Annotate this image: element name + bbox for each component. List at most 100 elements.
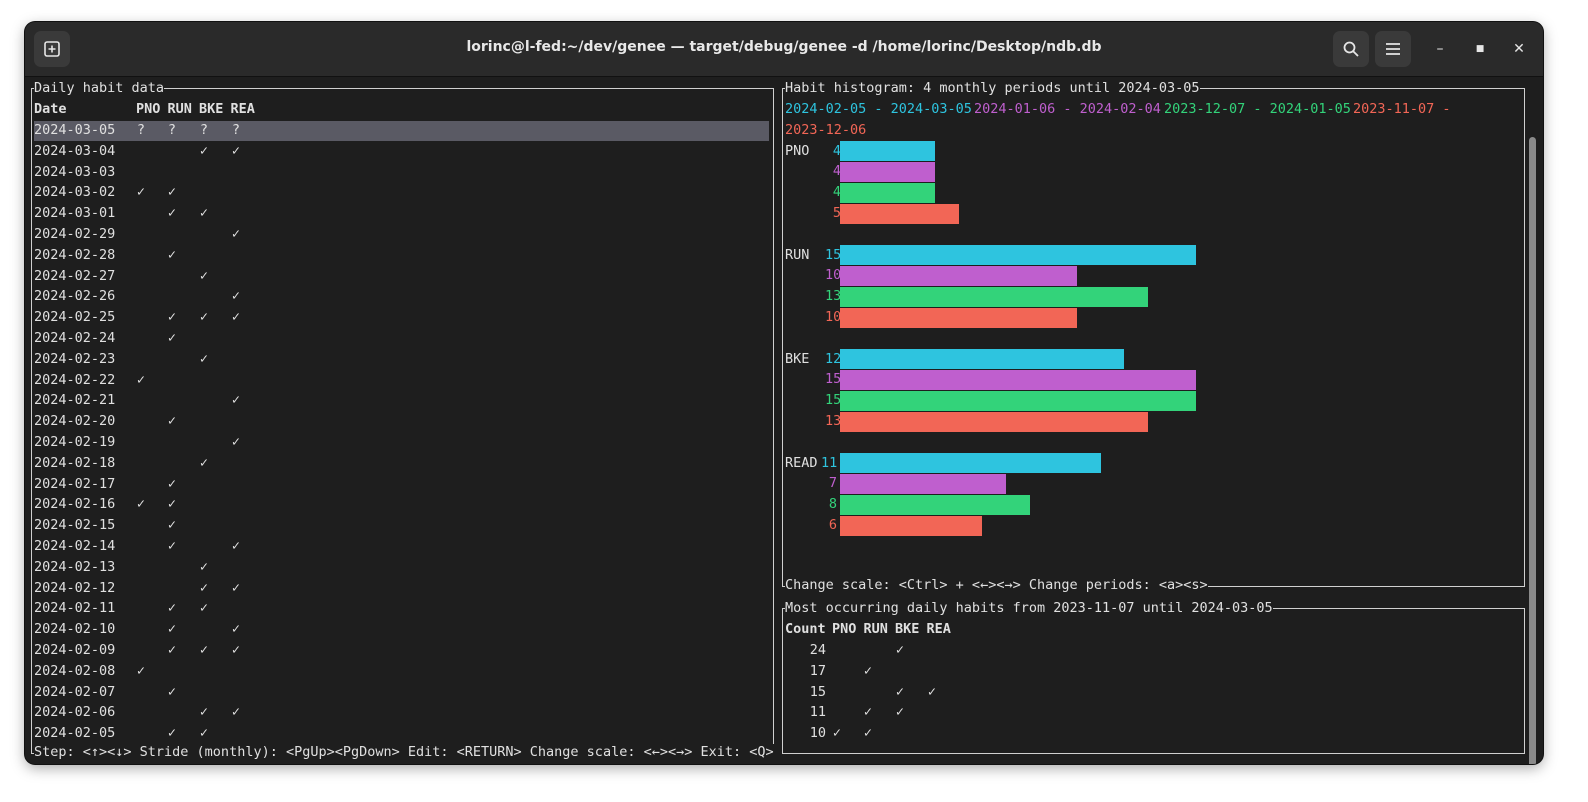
- row-date[interactable]: 2024-02-22: [34, 370, 115, 391]
- row-date[interactable]: 2024-02-17: [34, 474, 115, 495]
- habit-mark[interactable]: ✓: [184, 203, 224, 224]
- habit-mark[interactable]: ✓: [216, 307, 256, 328]
- habit-mark[interactable]: ✓: [152, 682, 192, 703]
- row-date[interactable]: 2024-02-25: [34, 307, 115, 328]
- category-label: READ: [785, 454, 818, 471]
- bar-value-label: 13: [825, 413, 842, 429]
- habit-mark[interactable]: ✓: [216, 640, 256, 661]
- habit-mark[interactable]: ✓: [216, 619, 256, 640]
- most-col-header-run: RUN: [863, 621, 888, 637]
- row-date[interactable]: 2024-02-19: [34, 432, 115, 453]
- row-date[interactable]: 2024-02-15: [34, 515, 115, 536]
- habit-mark[interactable]: ✓: [216, 702, 256, 723]
- habit-mark[interactable]: ✓: [184, 598, 224, 619]
- habit-mark[interactable]: ✓: [184, 723, 224, 744]
- most-row-count: 15: [809, 683, 826, 700]
- row-date[interactable]: 2024-03-03: [34, 162, 115, 183]
- habit-mark[interactable]: ✓: [184, 349, 224, 370]
- row-date[interactable]: 2024-02-05: [34, 723, 115, 744]
- row-date[interactable]: 2024-02-24: [34, 328, 115, 349]
- scrollbar[interactable]: [1529, 137, 1536, 764]
- habit-mark[interactable]: ✓: [152, 245, 192, 266]
- most-col-header-count: Count: [785, 621, 826, 637]
- row-date[interactable]: 2024-02-18: [34, 453, 115, 474]
- habit-mark[interactable]: ✓: [184, 453, 224, 474]
- most-col-header-pno: PNO: [832, 621, 857, 637]
- bar-value-label: 7: [828, 475, 837, 492]
- bar-value-label: 4: [832, 163, 841, 180]
- menu-button[interactable]: [1375, 31, 1411, 67]
- row-date[interactable]: 2024-02-12: [34, 578, 115, 599]
- bar-value-label: 8: [828, 496, 837, 513]
- maximize-icon: ■: [1475, 44, 1485, 54]
- row-date[interactable]: 2024-02-27: [34, 266, 115, 287]
- habit-mark[interactable]: ✓: [121, 661, 161, 682]
- habit-mark[interactable]: ✓: [216, 224, 256, 245]
- legend-entry: 2024-01-06 - 2024-02-04: [974, 101, 1161, 117]
- row-date[interactable]: 2024-02-26: [34, 286, 115, 307]
- habit-mark[interactable]: ✓: [184, 557, 224, 578]
- row-date[interactable]: 2024-03-02: [34, 182, 115, 203]
- histogram-panel-title: Habit histogram: 4 monthly periods until…: [785, 80, 1200, 96]
- minimize-icon: –: [1436, 41, 1444, 57]
- row-date[interactable]: 2024-02-09: [34, 640, 115, 661]
- row-date[interactable]: 2024-02-11: [34, 598, 115, 619]
- row-date[interactable]: 2024-02-29: [34, 224, 115, 245]
- histogram-bar: [840, 182, 935, 203]
- histogram-bar: [840, 494, 1030, 515]
- histogram-bar: [840, 286, 1149, 307]
- close-icon: ✕: [1513, 41, 1525, 57]
- maximize-button[interactable]: ■: [1465, 31, 1495, 67]
- most-habit-mark: ✓: [895, 704, 905, 721]
- habit-mark[interactable]: ✓: [152, 619, 192, 640]
- row-date[interactable]: 2024-03-04: [34, 141, 115, 162]
- bar-value-label: 12: [825, 350, 842, 367]
- category-label: BKE: [785, 350, 810, 367]
- row-date[interactable]: 2024-02-06: [34, 702, 115, 723]
- habit-mark[interactable]: ✓: [216, 390, 256, 411]
- habit-mark[interactable]: ✓: [216, 432, 256, 453]
- histogram-bar: [840, 515, 983, 536]
- row-date[interactable]: 2024-02-21: [34, 390, 115, 411]
- habit-mark[interactable]: ✓: [216, 141, 256, 162]
- row-date[interactable]: 2024-02-10: [34, 619, 115, 640]
- terminal-window: lorinc@l-fed:~/dev/genee — target/debug/…: [25, 22, 1543, 764]
- histogram-bar: [840, 453, 1101, 474]
- row-date[interactable]: 2024-02-20: [34, 411, 115, 432]
- habit-mark[interactable]: ✓: [121, 370, 161, 391]
- bar-value-label: 15: [825, 246, 842, 263]
- row-date[interactable]: 2024-02-28: [34, 245, 115, 266]
- row-date[interactable]: 2024-02-08: [34, 661, 115, 682]
- col-header-bke: BKE: [199, 101, 224, 117]
- row-date[interactable]: 2024-02-14: [34, 536, 115, 557]
- close-button[interactable]: ✕: [1504, 31, 1534, 67]
- minimize-button[interactable]: –: [1425, 31, 1455, 67]
- habit-mark[interactable]: ✓: [152, 328, 192, 349]
- habit-mark[interactable]: ✓: [152, 411, 192, 432]
- habit-mark[interactable]: ✓: [216, 578, 256, 599]
- habit-mark[interactable]: ✓: [184, 266, 224, 287]
- habit-mark[interactable]: ?: [216, 120, 256, 141]
- habit-mark[interactable]: ✓: [152, 515, 192, 536]
- habit-mark[interactable]: ✓: [152, 474, 192, 495]
- habit-mark[interactable]: ✓: [152, 182, 192, 203]
- window-title: lorinc@l-fed:~/dev/genee — target/debug/…: [466, 39, 1102, 55]
- histogram-bar: [840, 307, 1077, 328]
- search-button[interactable]: [1333, 31, 1369, 67]
- col-header-rea: REA: [230, 101, 255, 117]
- row-date[interactable]: 2024-03-05: [34, 120, 115, 141]
- terminal-content[interactable]: Daily habit data Date PNO RUN BKE REA 2024-0…: [25, 77, 1543, 764]
- habit-mark[interactable]: ✓: [152, 536, 192, 557]
- row-date[interactable]: 2024-02-07: [34, 682, 115, 703]
- daily-panel-footer: Step: <↑><↓> Stride (monthly): <PgUp><Pg…: [34, 744, 774, 760]
- bar-value-label: 13: [825, 288, 842, 305]
- habit-mark[interactable]: ✓: [152, 494, 192, 515]
- habit-mark[interactable]: ✓: [216, 286, 256, 307]
- row-date[interactable]: 2024-02-16: [34, 494, 115, 515]
- bar-value-label: 15: [825, 371, 842, 388]
- row-date[interactable]: 2024-03-01: [34, 203, 115, 224]
- row-date[interactable]: 2024-02-23: [34, 349, 115, 370]
- histogram-bar: [840, 203, 959, 224]
- habit-mark[interactable]: ✓: [216, 536, 256, 557]
- row-date[interactable]: 2024-02-13: [34, 557, 115, 578]
